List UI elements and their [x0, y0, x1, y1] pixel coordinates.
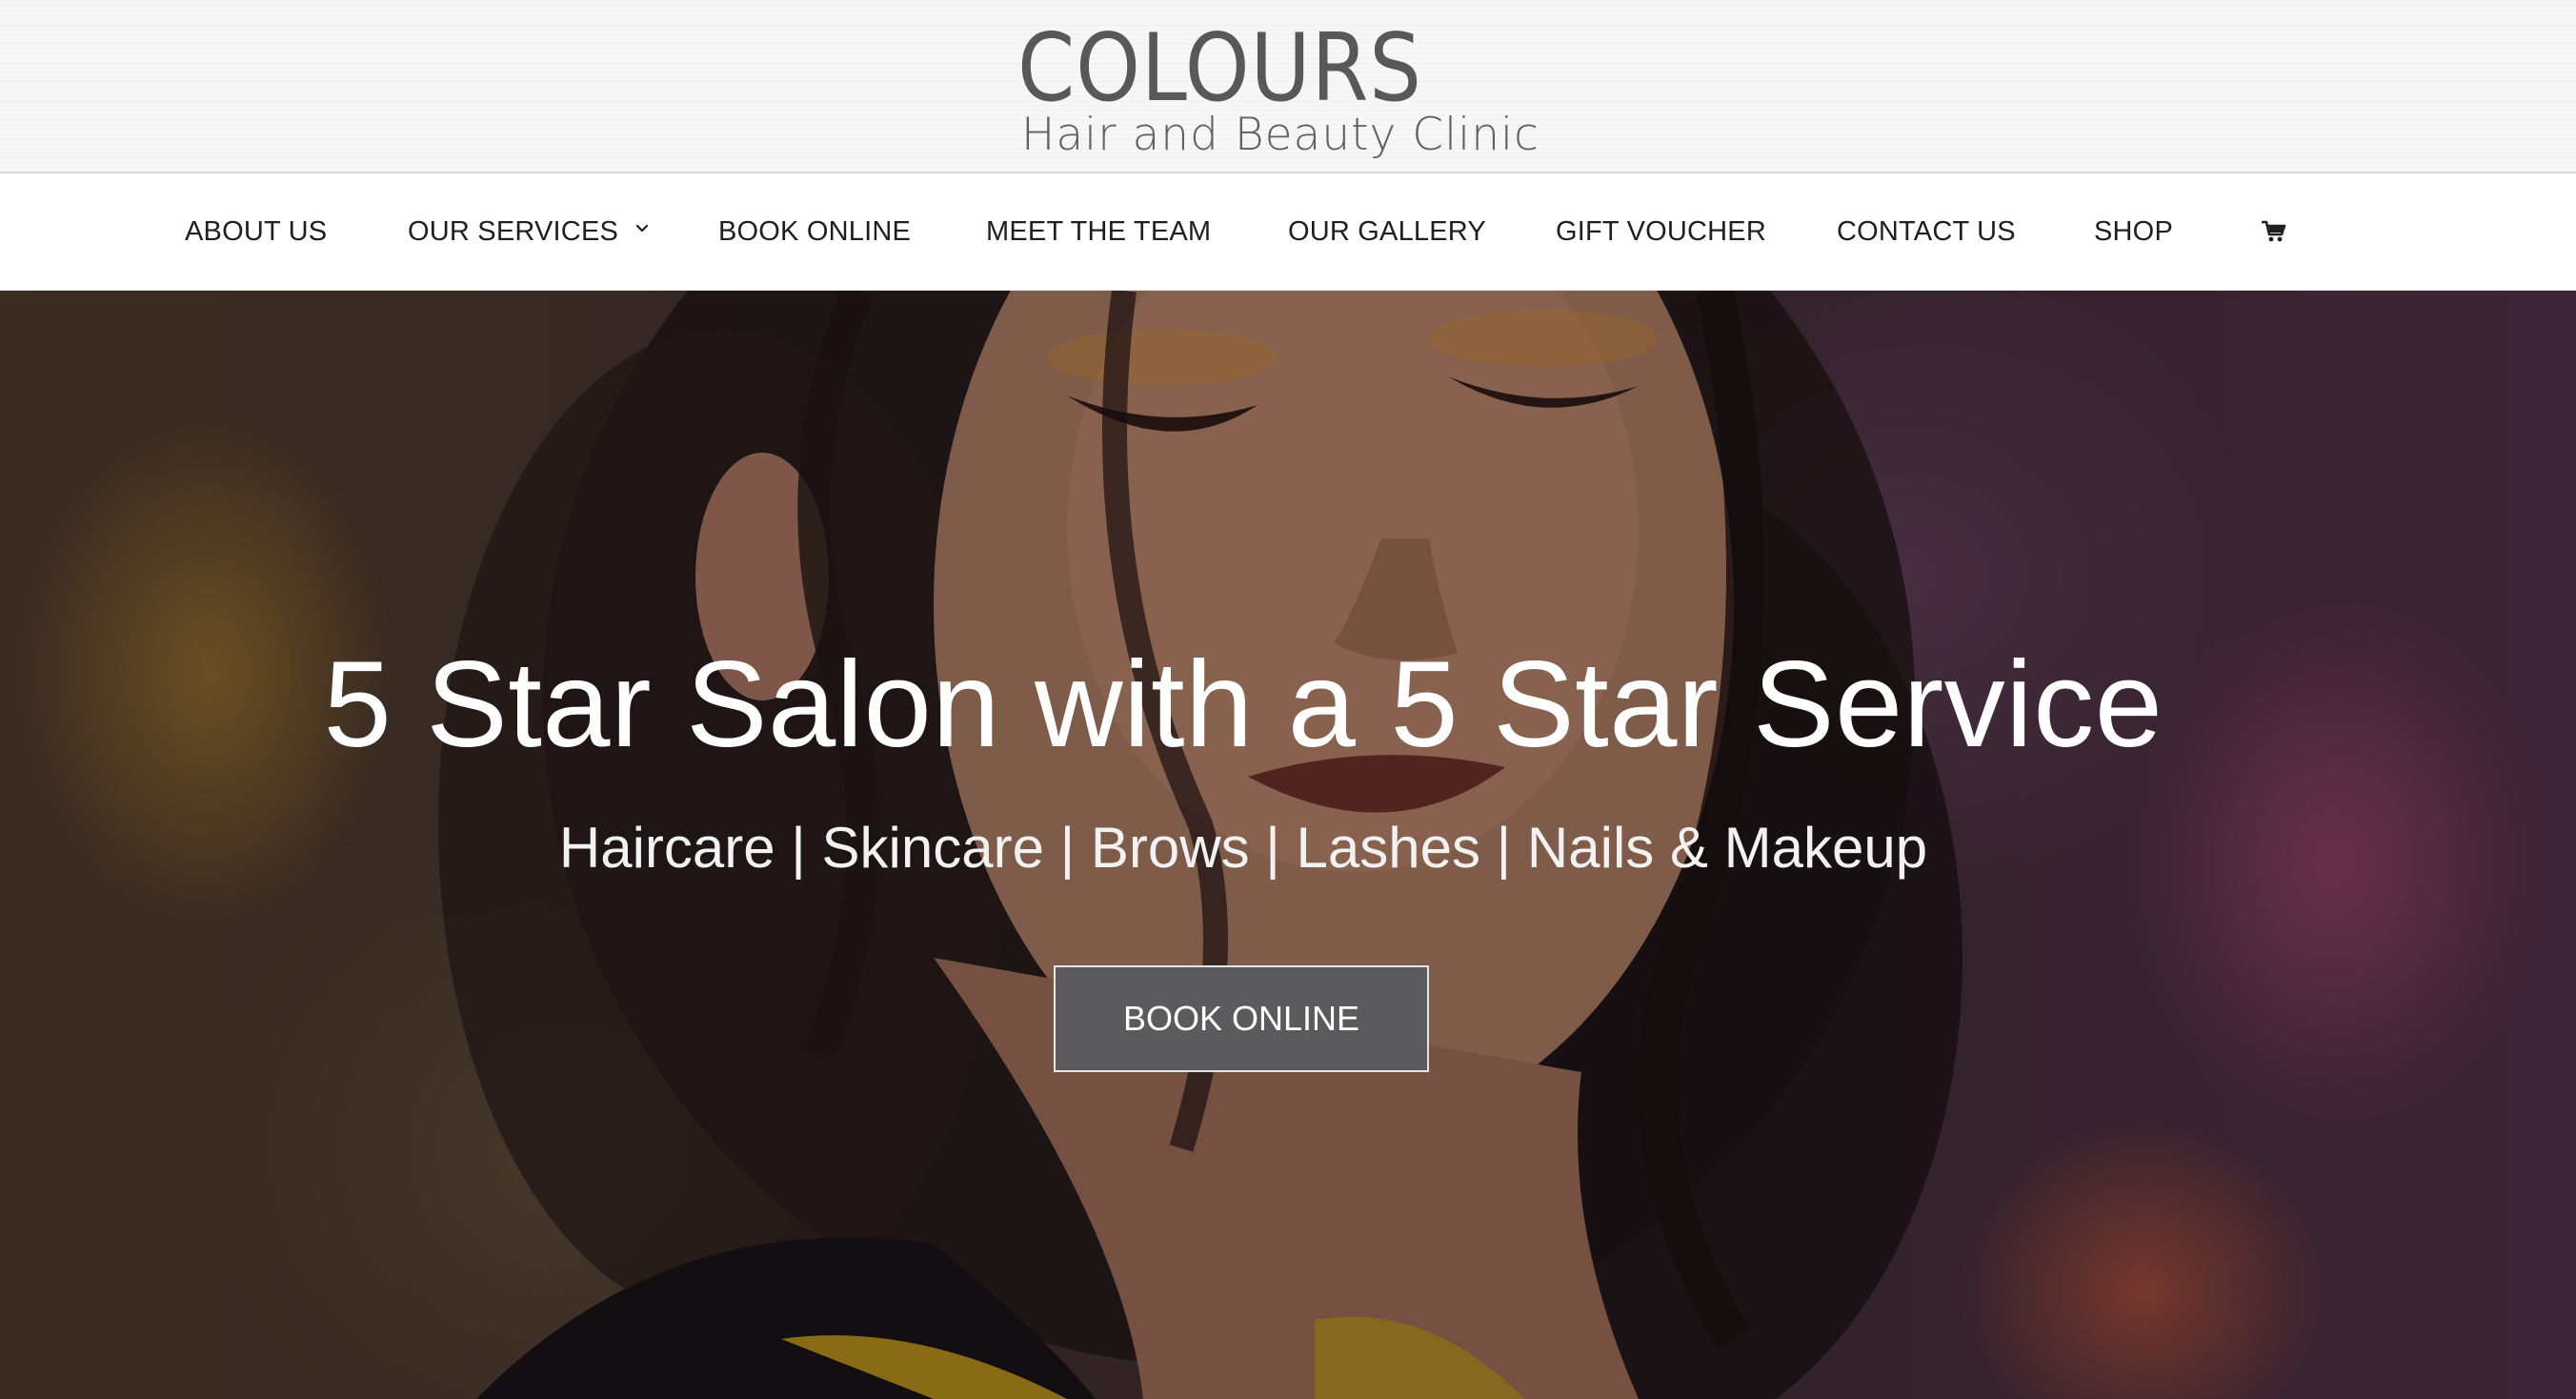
site-header: COLOURS Hair and Beauty Clinic [0, 0, 2576, 173]
brand-name: COLOURS [1017, 14, 1422, 123]
nav-item-about-us[interactable]: ABOUT US [185, 173, 327, 291]
book-online-button[interactable]: BOOK ONLINE [1054, 965, 1429, 1072]
chevron-down-icon [635, 225, 649, 233]
hero-title: 5 Star Salon with a 5 Star Service [323, 637, 2163, 773]
page: COLOURS Hair and Beauty Clinic ABOUT US … [0, 0, 2576, 1399]
hero-section: 5 Star Salon with a 5 Star Service Hairc… [0, 291, 2576, 1399]
nav-item-shop[interactable]: SHOP [2094, 173, 2173, 291]
hero-subtitle: Haircare | Skincare | Brows | Lashes | N… [558, 816, 1928, 880]
nav-item-gift-voucher[interactable]: GIFT VOUCHER [1556, 173, 1766, 291]
main-nav: ABOUT US OUR SERVICES BOOK ONLINE MEET T… [0, 173, 2576, 291]
nav-item-our-services[interactable]: OUR SERVICES [408, 173, 649, 291]
nav-item-contact-us[interactable]: CONTACT US [1837, 173, 2016, 291]
brand-logo[interactable]: COLOURS Hair and Beauty Clinic [1017, 14, 1539, 164]
nav-item-book-online[interactable]: BOOK ONLINE [718, 173, 911, 291]
nav-item-label: OUR SERVICES [408, 216, 619, 247]
nav-item-our-gallery[interactable]: OUR GALLERY [1288, 173, 1486, 291]
brand-tagline: Hair and Beauty Clinic [1021, 109, 1540, 161]
cart-icon[interactable] [2262, 219, 2286, 244]
nav-item-meet-the-team[interactable]: MEET THE TEAM [986, 173, 1211, 291]
